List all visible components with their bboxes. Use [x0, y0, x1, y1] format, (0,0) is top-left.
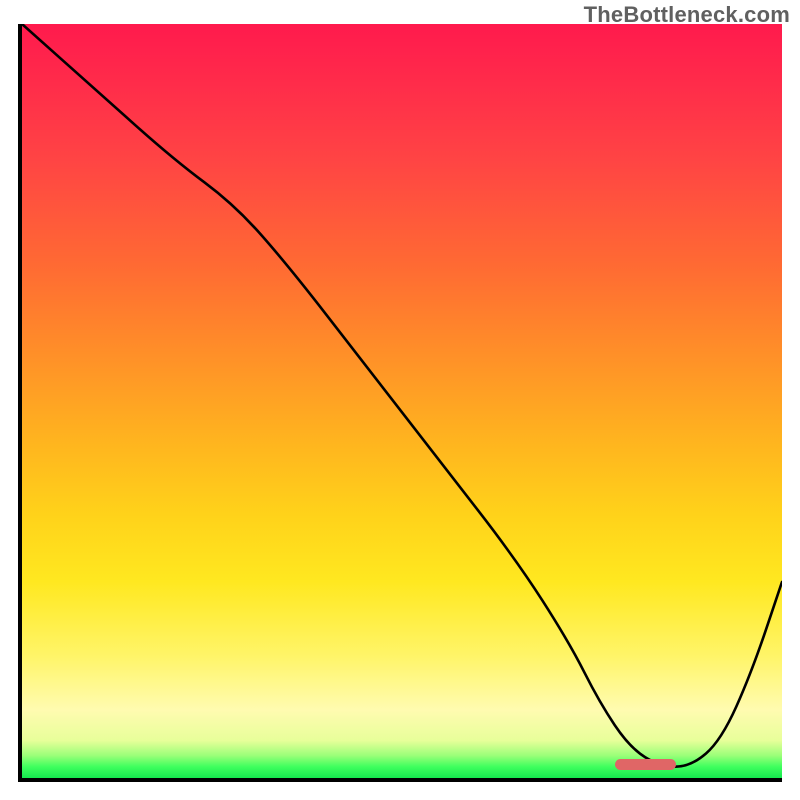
bottleneck-curve [22, 24, 782, 778]
chart-container: TheBottleneck.com [0, 0, 800, 800]
sweet-spot-marker [615, 759, 676, 770]
plot-area [18, 24, 782, 782]
watermark-text: TheBottleneck.com [584, 2, 790, 28]
